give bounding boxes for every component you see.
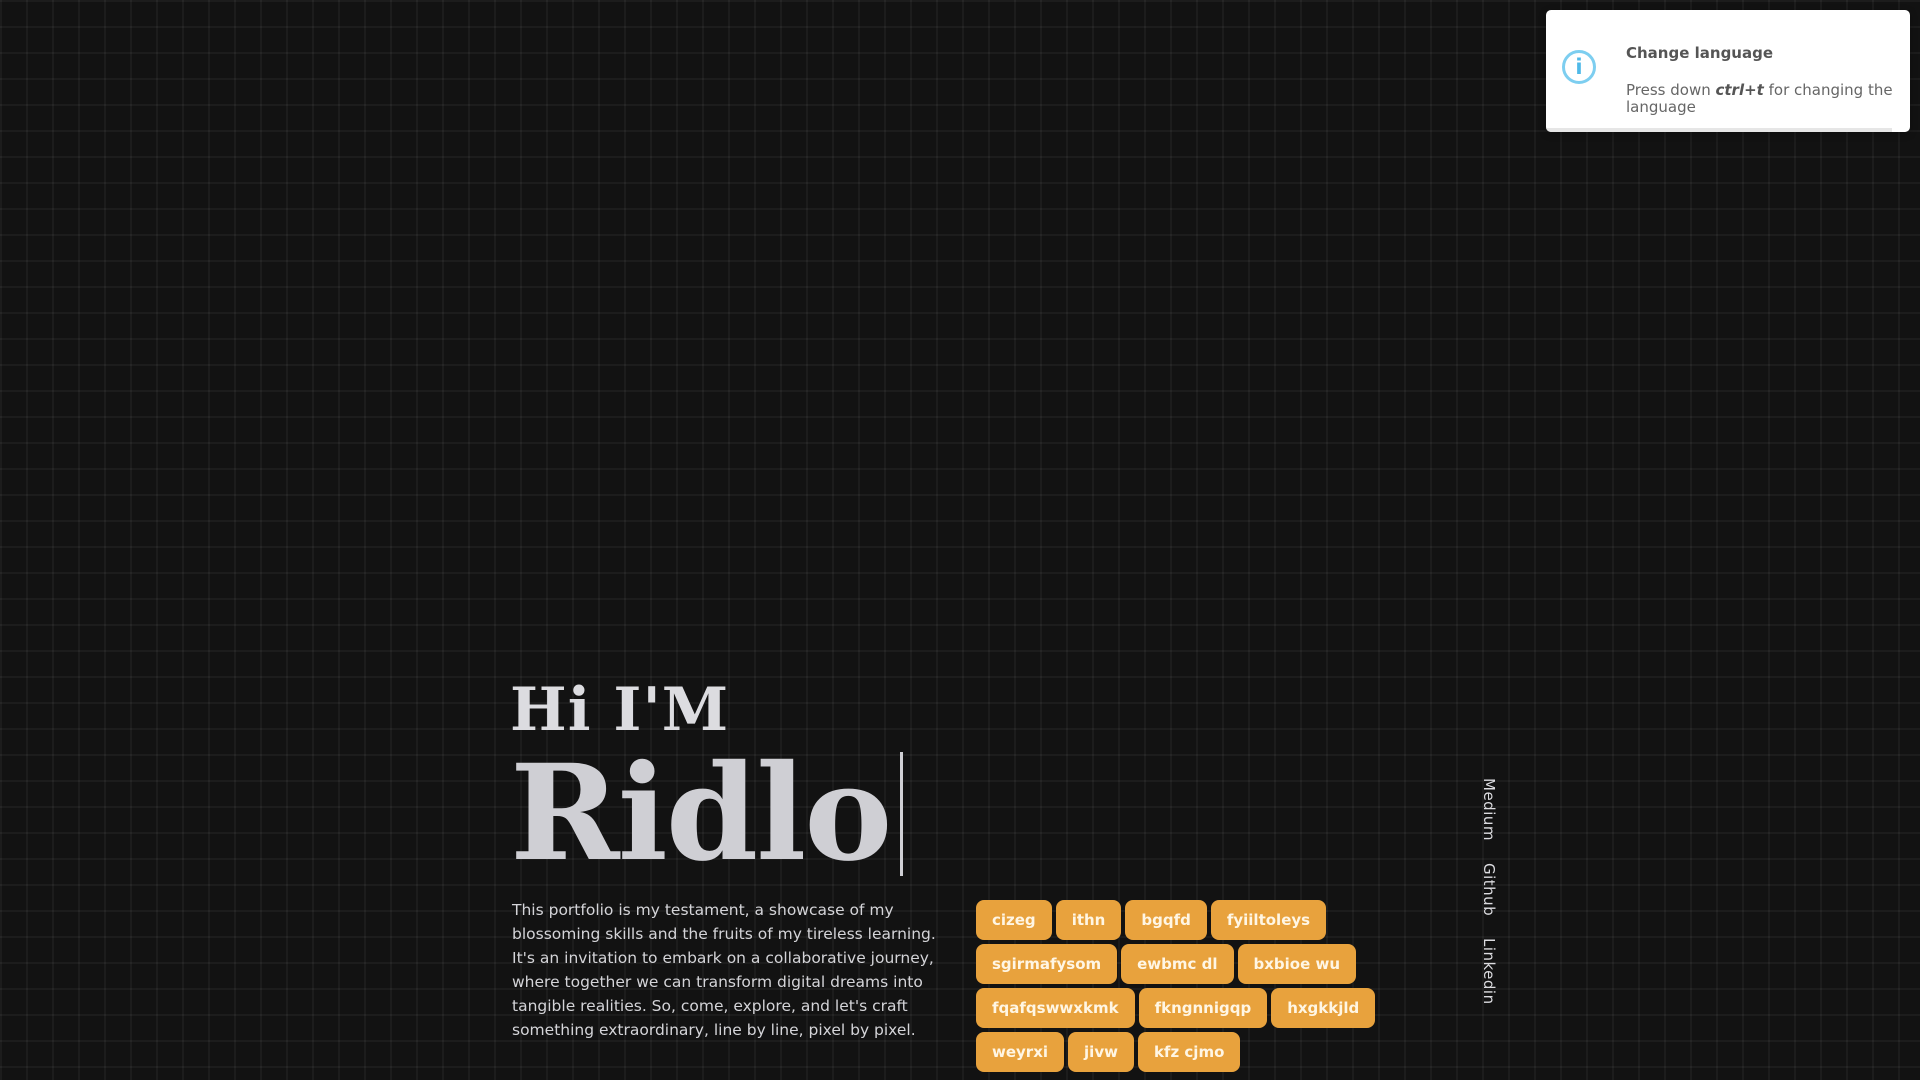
skill-tag[interactable]: ewbmc dl [1121,944,1234,984]
info-icon: i [1562,50,1596,84]
skill-tag[interactable]: fqafqswwxkmk [976,988,1135,1028]
skill-tag[interactable]: ithn [1055,900,1122,940]
skill-tag[interactable]: bxbioe wu [1237,944,1357,984]
tag-row: cizeg ithn bgqfd fyiiltoleys [976,900,1396,940]
hero-bio: This portfolio is my testament, a showca… [512,901,936,1039]
skill-tag[interactable]: fkngnnigqp [1138,988,1268,1028]
social-links: Medium Github Linkedin [1480,778,1504,1027]
skill-tags: cizeg ithn bgqfd fyiiltoleys sgirmafysom… [976,900,1396,1076]
github-link[interactable]: Github [1480,863,1498,916]
skill-tag[interactable]: cizeg [976,900,1052,940]
toast-progress-bar [1546,128,1892,132]
skill-tag[interactable]: jivw [1068,1032,1134,1072]
toast-message-prefix: Press down [1626,81,1716,99]
skill-tag[interactable]: bgqfd [1125,900,1207,940]
hero-name-row: Ridlo [510,736,904,891]
linkedin-link[interactable]: Linkedin [1480,938,1498,1005]
toast-title: Change language [1626,44,1774,62]
skill-tag[interactable]: weyrxi [976,1032,1065,1072]
toast-shortcut: ctrl+t [1715,81,1764,99]
medium-link[interactable]: Medium [1480,778,1498,841]
language-toast[interactable]: i Change language Press down ctrl+t for … [1546,10,1910,132]
skill-tag[interactable]: fyiiltoleys [1210,900,1327,940]
hero-name: Ridlo [510,736,892,891]
skill-tag[interactable]: sgirmafysom [976,944,1118,984]
skill-tag[interactable]: kfz cjmo [1137,1032,1241,1072]
tag-row: fqafqswwxkmk fkngnnigqp hxgkkjld [976,988,1396,1028]
tag-row: weyrxi jivw kfz cjmo [976,1032,1396,1072]
toast-message: Press down ctrl+t for changing the langu… [1626,82,1896,116]
tag-row: sgirmafysom ewbmc dl bxbioe wu [976,944,1396,984]
typing-caret [900,752,904,876]
skill-tag[interactable]: hxgkkjld [1271,988,1376,1028]
